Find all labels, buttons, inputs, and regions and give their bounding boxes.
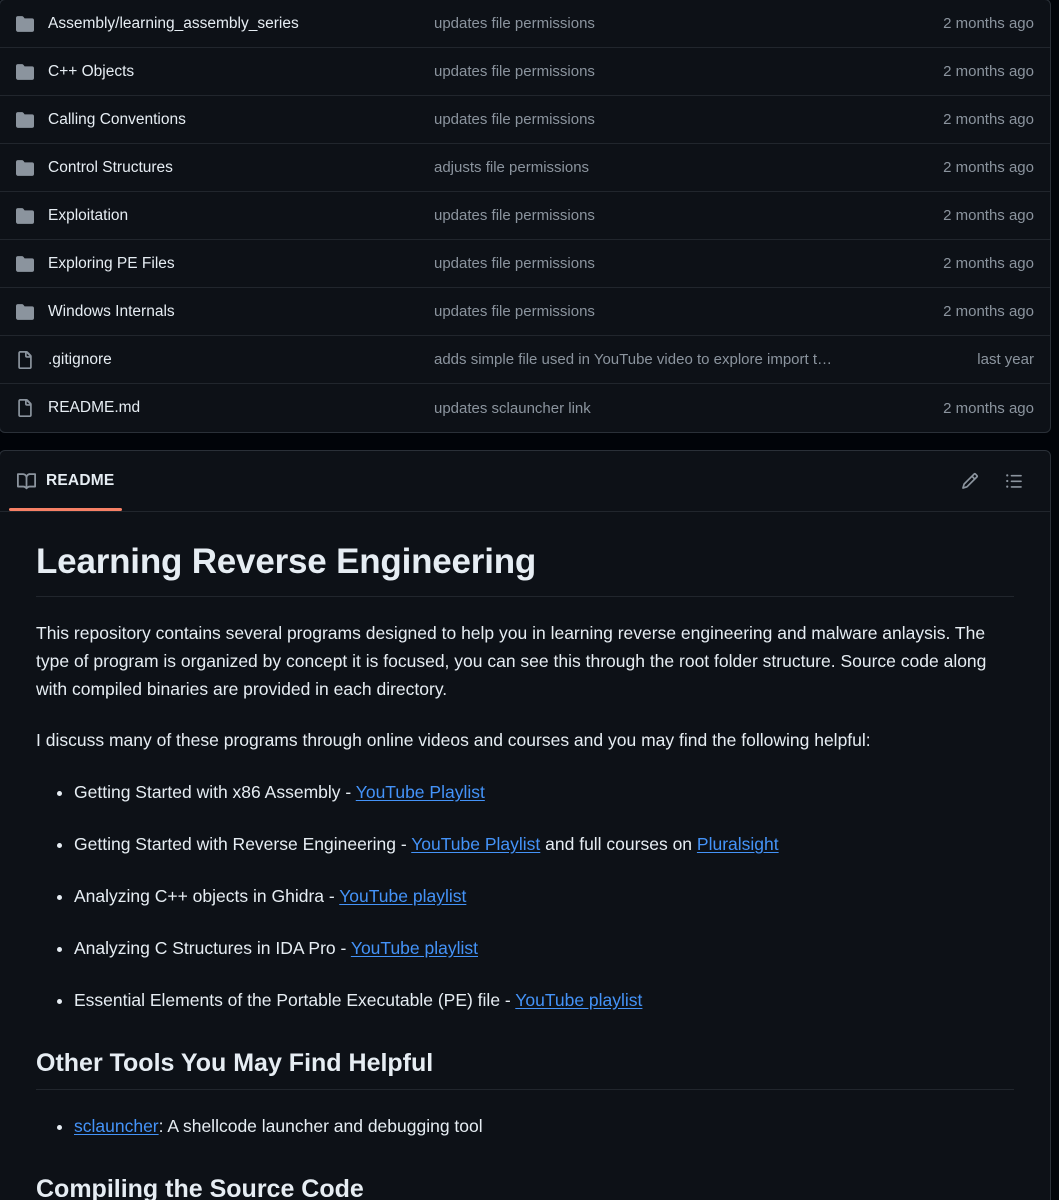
external-link[interactable]: YouTube Playlist xyxy=(411,834,540,854)
external-link[interactable]: YouTube Playlist xyxy=(356,782,485,802)
readme-content: Learning Reverse Engineering This reposi… xyxy=(0,512,1050,1200)
list-item-text: Analyzing C++ objects in Ghidra - xyxy=(74,886,339,906)
commit-message[interactable]: updates sclauncher link xyxy=(434,400,943,417)
file-name-link[interactable]: README.md xyxy=(48,399,434,417)
list-item: Getting Started with x86 Assembly - YouT… xyxy=(74,778,1014,806)
readme-heading-1: Learning Reverse Engineering xyxy=(36,540,1014,597)
table-row[interactable]: Exploitationupdates file permissions2 mo… xyxy=(0,192,1050,240)
list-item-text: Getting Started with Reverse Engineering… xyxy=(74,834,411,854)
external-link[interactable]: YouTube playlist xyxy=(351,938,478,958)
file-name-link[interactable]: Exploring PE Files xyxy=(48,255,434,273)
table-row[interactable]: .gitignoreadds simple file used in YouTu… xyxy=(0,336,1050,384)
folder-icon xyxy=(16,303,34,321)
file-icon xyxy=(16,399,34,417)
list-item-text: Getting Started with x86 Assembly - xyxy=(74,782,356,802)
file-name-link[interactable]: Calling Conventions xyxy=(48,111,434,129)
readme-heading-2: Other Tools You May Find Helpful xyxy=(36,1048,1014,1090)
list-item-text: and full courses on xyxy=(540,834,697,854)
list-unordered-icon[interactable] xyxy=(1005,472,1023,490)
table-row[interactable]: Calling Conventionsupdates file permissi… xyxy=(0,96,1050,144)
readme-paragraph-1: This repository contains several program… xyxy=(36,619,1014,704)
file-name-link[interactable]: Exploitation xyxy=(48,207,434,225)
file-name-link[interactable]: Control Structures xyxy=(48,159,434,177)
list-item: Analyzing C Structures in IDA Pro - YouT… xyxy=(74,934,1014,962)
readme-tools-list: sclauncher: A shellcode launcher and deb… xyxy=(36,1112,1014,1140)
table-row[interactable]: Assembly/learning_assembly_seriesupdates… xyxy=(0,0,1050,48)
file-name-link[interactable]: .gitignore xyxy=(48,351,434,369)
file-listing-table: Assembly/learning_assembly_seriesupdates… xyxy=(0,0,1051,433)
commit-message[interactable]: updates file permissions xyxy=(434,15,943,32)
readme-heading-3: Compiling the Source Code xyxy=(36,1174,1014,1200)
external-link[interactable]: YouTube playlist xyxy=(339,886,466,906)
table-row[interactable]: Windows Internalsupdates file permission… xyxy=(0,288,1050,336)
readme-card: README Learning Reverse Engineering xyxy=(0,450,1051,1200)
list-item: Getting Started with Reverse Engineering… xyxy=(74,830,1014,858)
commit-time: 2 months ago xyxy=(943,63,1034,80)
table-row[interactable]: Exploring PE Filesupdates file permissio… xyxy=(0,240,1050,288)
pencil-icon[interactable] xyxy=(961,472,979,490)
commit-message[interactable]: updates file permissions xyxy=(434,207,943,224)
commit-time: 2 months ago xyxy=(943,111,1034,128)
list-item: Essential Elements of the Portable Execu… xyxy=(74,986,1014,1014)
folder-icon xyxy=(16,15,34,33)
file-icon xyxy=(16,351,34,369)
folder-icon xyxy=(16,255,34,273)
commit-time: last year xyxy=(977,351,1034,368)
folder-icon xyxy=(16,63,34,81)
commit-message[interactable]: updates file permissions xyxy=(434,111,943,128)
commit-message[interactable]: updates file permissions xyxy=(434,303,943,320)
tab-readme[interactable]: README xyxy=(9,451,122,511)
commit-time: 2 months ago xyxy=(943,15,1034,32)
table-row[interactable]: README.mdupdates sclauncher link2 months… xyxy=(0,384,1050,432)
commit-time: 2 months ago xyxy=(943,400,1034,417)
readme-bullet-list: Getting Started with x86 Assembly - YouT… xyxy=(36,778,1014,1014)
list-item-text: : A shellcode launcher and debugging too… xyxy=(159,1116,483,1136)
commit-time: 2 months ago xyxy=(943,303,1034,320)
file-name-link[interactable]: C++ Objects xyxy=(48,63,434,81)
commit-message[interactable]: updates file permissions xyxy=(434,255,943,272)
folder-icon xyxy=(16,207,34,225)
commit-message[interactable]: adjusts file permissions xyxy=(434,159,943,176)
commit-message[interactable]: adds simple file used in YouTube video t… xyxy=(434,351,977,368)
file-name-link[interactable]: Assembly/learning_assembly_series xyxy=(48,15,434,33)
list-item: Analyzing C++ objects in Ghidra - YouTub… xyxy=(74,882,1014,910)
tab-readme-label: README xyxy=(46,472,114,490)
file-name-link[interactable]: Windows Internals xyxy=(48,303,434,321)
table-row[interactable]: Control Structuresadjusts file permissio… xyxy=(0,144,1050,192)
readme-actions xyxy=(961,472,1034,490)
list-item-text: Essential Elements of the Portable Execu… xyxy=(74,990,515,1010)
folder-icon xyxy=(16,159,34,177)
list-item: sclauncher: A shellcode launcher and deb… xyxy=(74,1112,1014,1140)
readme-paragraph-2: I discuss many of these programs through… xyxy=(36,726,1014,754)
commit-message[interactable]: updates file permissions xyxy=(434,63,943,80)
commit-time: 2 months ago xyxy=(943,159,1034,176)
readme-header: README xyxy=(0,451,1050,511)
external-link[interactable]: sclauncher xyxy=(74,1116,159,1136)
table-row[interactable]: C++ Objectsupdates file permissions2 mon… xyxy=(0,48,1050,96)
book-icon xyxy=(17,472,36,491)
list-item-text: Analyzing C Structures in IDA Pro - xyxy=(74,938,351,958)
folder-icon xyxy=(16,111,34,129)
external-link[interactable]: YouTube playlist xyxy=(515,990,642,1010)
external-link[interactable]: Pluralsight xyxy=(697,834,779,854)
commit-time: 2 months ago xyxy=(943,255,1034,272)
tab-active-underline xyxy=(9,508,122,511)
repository-page: Assembly/learning_assembly_seriesupdates… xyxy=(0,0,1059,1200)
commit-time: 2 months ago xyxy=(943,207,1034,224)
